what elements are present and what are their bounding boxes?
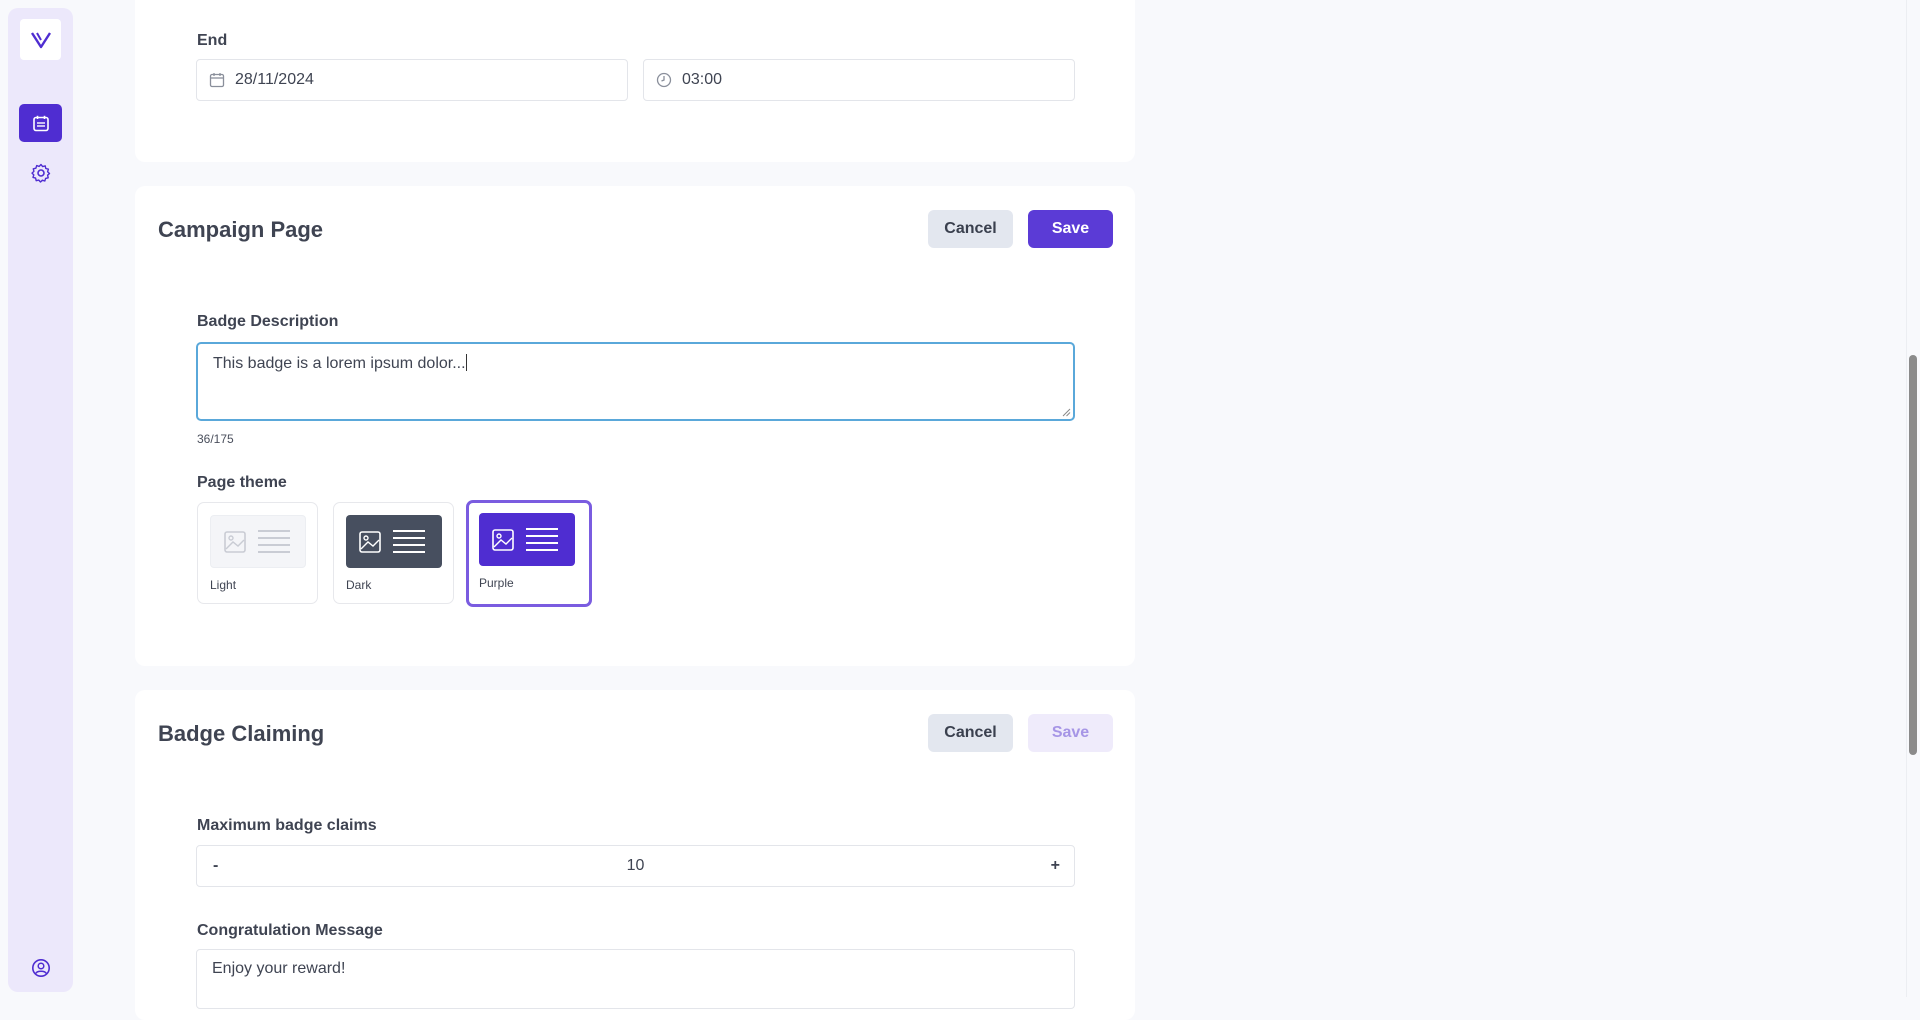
badge-description-label: Badge Description: [197, 313, 339, 330]
nav-campaigns-button[interactable]: [19, 104, 62, 142]
page-theme-label: Page theme: [197, 474, 287, 491]
end-time-input[interactable]: 03:00: [643, 59, 1075, 101]
calendar-icon: [209, 73, 225, 88]
theme-label-light: Light: [210, 578, 237, 592]
scrollbar-thumb[interactable]: [1909, 355, 1917, 755]
theme-label-purple: Purple: [479, 576, 514, 590]
campaign-save-button[interactable]: Save: [1028, 210, 1113, 248]
end-label: End: [197, 32, 228, 49]
gear-icon: [30, 163, 50, 183]
badge-claiming-card: Badge Claiming Cancel Save Maximum badge…: [135, 690, 1135, 1020]
max-claims-label: Maximum badge claims: [197, 817, 377, 834]
increment-button[interactable]: +: [1051, 857, 1060, 875]
badge-description-value: This badge is a lorem ipsum dolor...: [213, 355, 466, 372]
end-date-input[interactable]: 28/11/2024: [196, 59, 628, 101]
badge-description-textarea[interactable]: This badge is a lorem ipsum dolor...: [196, 342, 1075, 421]
logo-v-icon: [30, 31, 51, 48]
claiming-cancel-button[interactable]: Cancel: [928, 714, 1013, 752]
resize-handle-icon[interactable]: [1062, 408, 1071, 417]
app-logo[interactable]: [20, 19, 61, 60]
user-circle-icon: [31, 959, 50, 977]
nav-settings-button[interactable]: [19, 154, 62, 192]
badge-claiming-title: Badge Claiming: [158, 721, 325, 746]
text-lines-icon: [393, 530, 425, 553]
theme-preview-dark: [346, 515, 442, 568]
clock-icon: [656, 72, 672, 88]
theme-option-dark[interactable]: Dark: [333, 502, 454, 604]
congrats-message-value: Enjoy your reward!: [212, 960, 346, 977]
end-date-value: 28/11/2024: [235, 71, 314, 88]
campaign-page-title: Campaign Page: [158, 217, 324, 242]
congrats-message-label: Congratulation Message: [197, 922, 383, 939]
text-lines-icon: [526, 528, 558, 551]
max-claims-value: 10: [626, 857, 645, 874]
theme-preview-light: [210, 515, 306, 568]
theme-preview-purple: [479, 513, 575, 566]
character-counter: 36/175: [197, 432, 234, 446]
campaign-cancel-button[interactable]: Cancel: [928, 210, 1013, 248]
image-icon: [359, 530, 381, 553]
congrats-message-input[interactable]: Enjoy your reward!: [196, 949, 1075, 1009]
sidebar: [8, 8, 73, 992]
image-icon: [492, 528, 514, 551]
image-icon: [224, 530, 246, 553]
calendar-icon: [32, 115, 49, 131]
text-cursor: [465, 354, 467, 371]
end-time-value: 03:00: [682, 71, 723, 88]
theme-option-purple[interactable]: Purple: [466, 500, 592, 607]
theme-label-dark: Dark: [346, 578, 372, 592]
schedule-card: End 28/11/2024 03:00: [135, 0, 1135, 162]
campaign-page-card: Campaign Page Cancel Save Badge Descript…: [135, 186, 1135, 666]
theme-option-light[interactable]: Light: [197, 502, 318, 604]
text-lines-icon: [258, 530, 290, 553]
claiming-save-button[interactable]: Save: [1028, 714, 1113, 752]
max-claims-stepper[interactable]: - 10 +: [196, 845, 1075, 887]
nav-profile-button[interactable]: [19, 949, 62, 987]
main-content: End 28/11/2024 03:00 Campaign Page Cance…: [135, 0, 1135, 1020]
